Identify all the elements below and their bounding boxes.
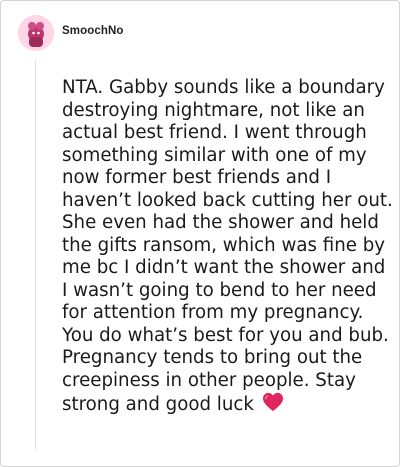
- username[interactable]: SmoochNo: [62, 25, 124, 37]
- red-heart-icon: [262, 392, 283, 412]
- comment-body-text: NTA. Gabby sounds like a boundary destro…: [62, 77, 393, 415]
- thread-line: [35, 59, 36, 450]
- comment-card: SmoochNo NTA. Gabby sounds like a bounda…: [0, 0, 400, 467]
- comment-header: SmoochNo: [18, 15, 124, 51]
- avatar[interactable]: [18, 15, 54, 51]
- comment-text: NTA. Gabby sounds like a boundary destro…: [62, 77, 396, 417]
